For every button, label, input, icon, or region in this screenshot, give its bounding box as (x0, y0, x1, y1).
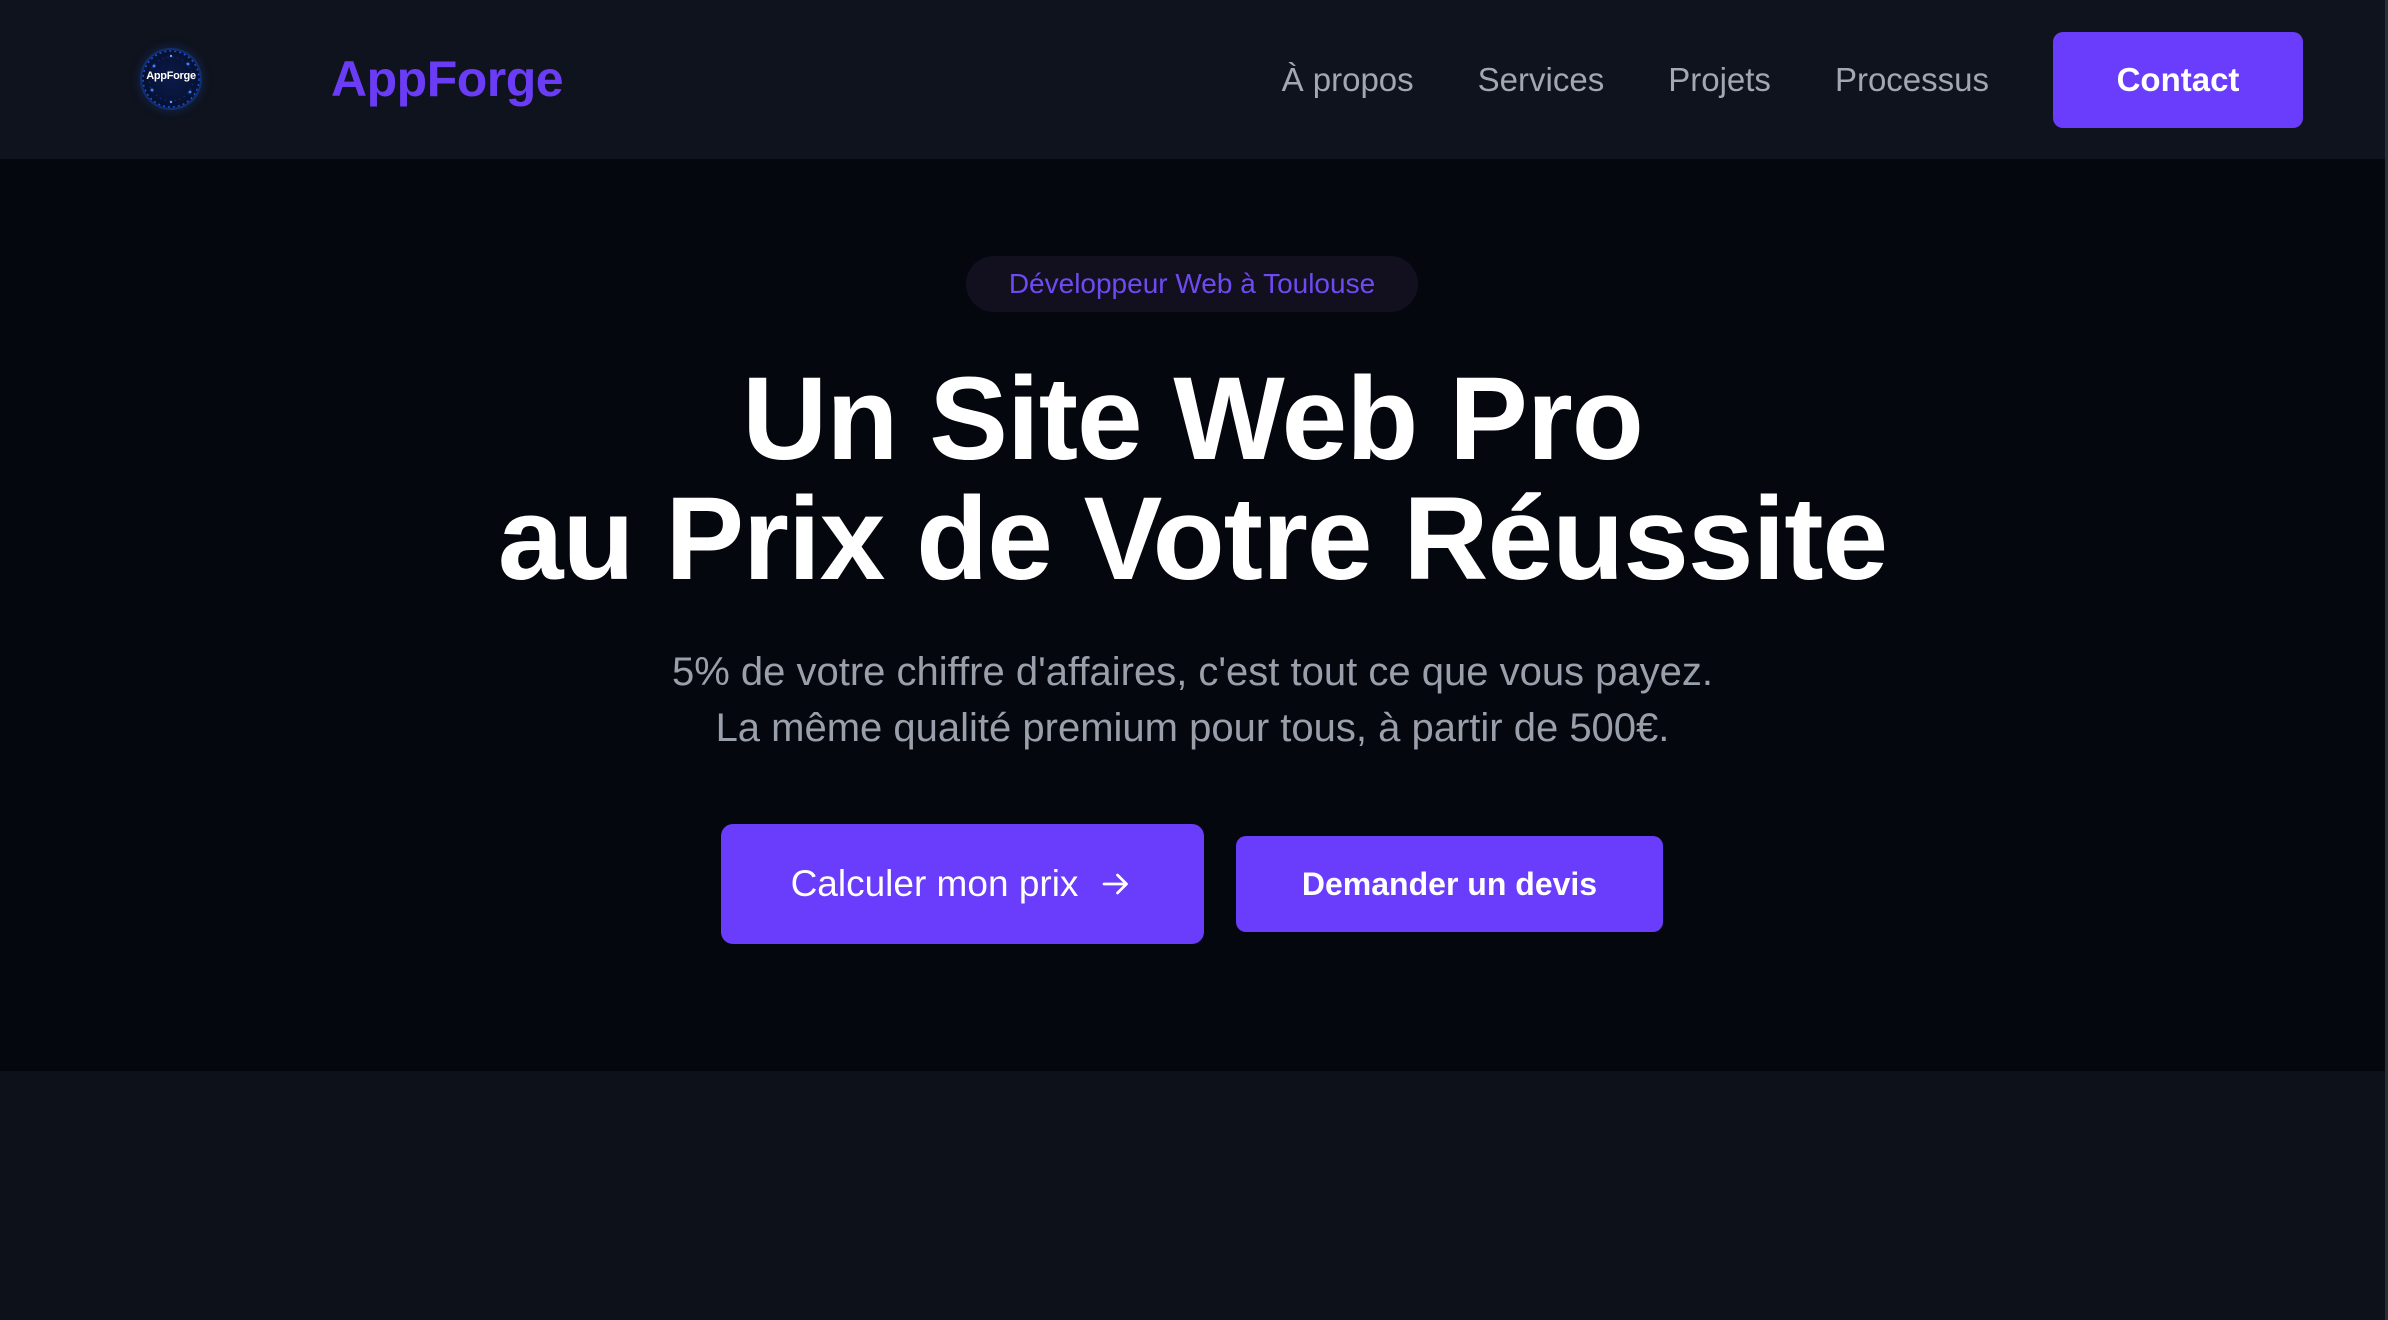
contact-button[interactable]: Contact (2053, 32, 2303, 128)
logo-text: AppForge (146, 70, 196, 82)
calculate-price-button[interactable]: Calculer mon prix (721, 824, 1204, 944)
next-section (0, 1071, 2385, 1320)
top-navbar: AppForge AppForge À propos Services Proj… (0, 0, 2385, 159)
headline-line-2: au Prix de Votre Réussite (497, 473, 1888, 605)
nav-link-processus[interactable]: Processus (1835, 52, 1989, 108)
location-tag: Développeur Web à Toulouse (966, 256, 1418, 312)
request-quote-button[interactable]: Demander un devis (1236, 836, 1663, 932)
calculate-price-label: Calculer mon prix (790, 863, 1079, 904)
subtitle-line-2: La même qualité premium pour tous, à par… (715, 706, 1670, 750)
nav-menu: À propos Services Projets Processus Cont… (1282, 32, 2303, 128)
arrow-right-icon (1098, 866, 1134, 902)
hero-subtitle: 5% de votre chiffre d'affaires, c'est to… (0, 644, 2385, 756)
hero-section: Développeur Web à Toulouse Un Site Web P… (0, 159, 2385, 1071)
nav-link-a-propos[interactable]: À propos (1282, 52, 1414, 108)
brand-name[interactable]: AppForge (331, 48, 564, 110)
hero-headline: Un Site Web Pro au Prix de Votre Réussit… (0, 359, 2385, 599)
logo-badge[interactable]: AppForge (140, 48, 202, 110)
subtitle-line-1: 5% de votre chiffre d'affaires, c'est to… (671, 650, 1714, 694)
nav-link-services[interactable]: Services (1478, 52, 1605, 108)
nav-link-projets[interactable]: Projets (1668, 52, 1771, 108)
headline-line-1: Un Site Web Pro (742, 353, 1644, 485)
